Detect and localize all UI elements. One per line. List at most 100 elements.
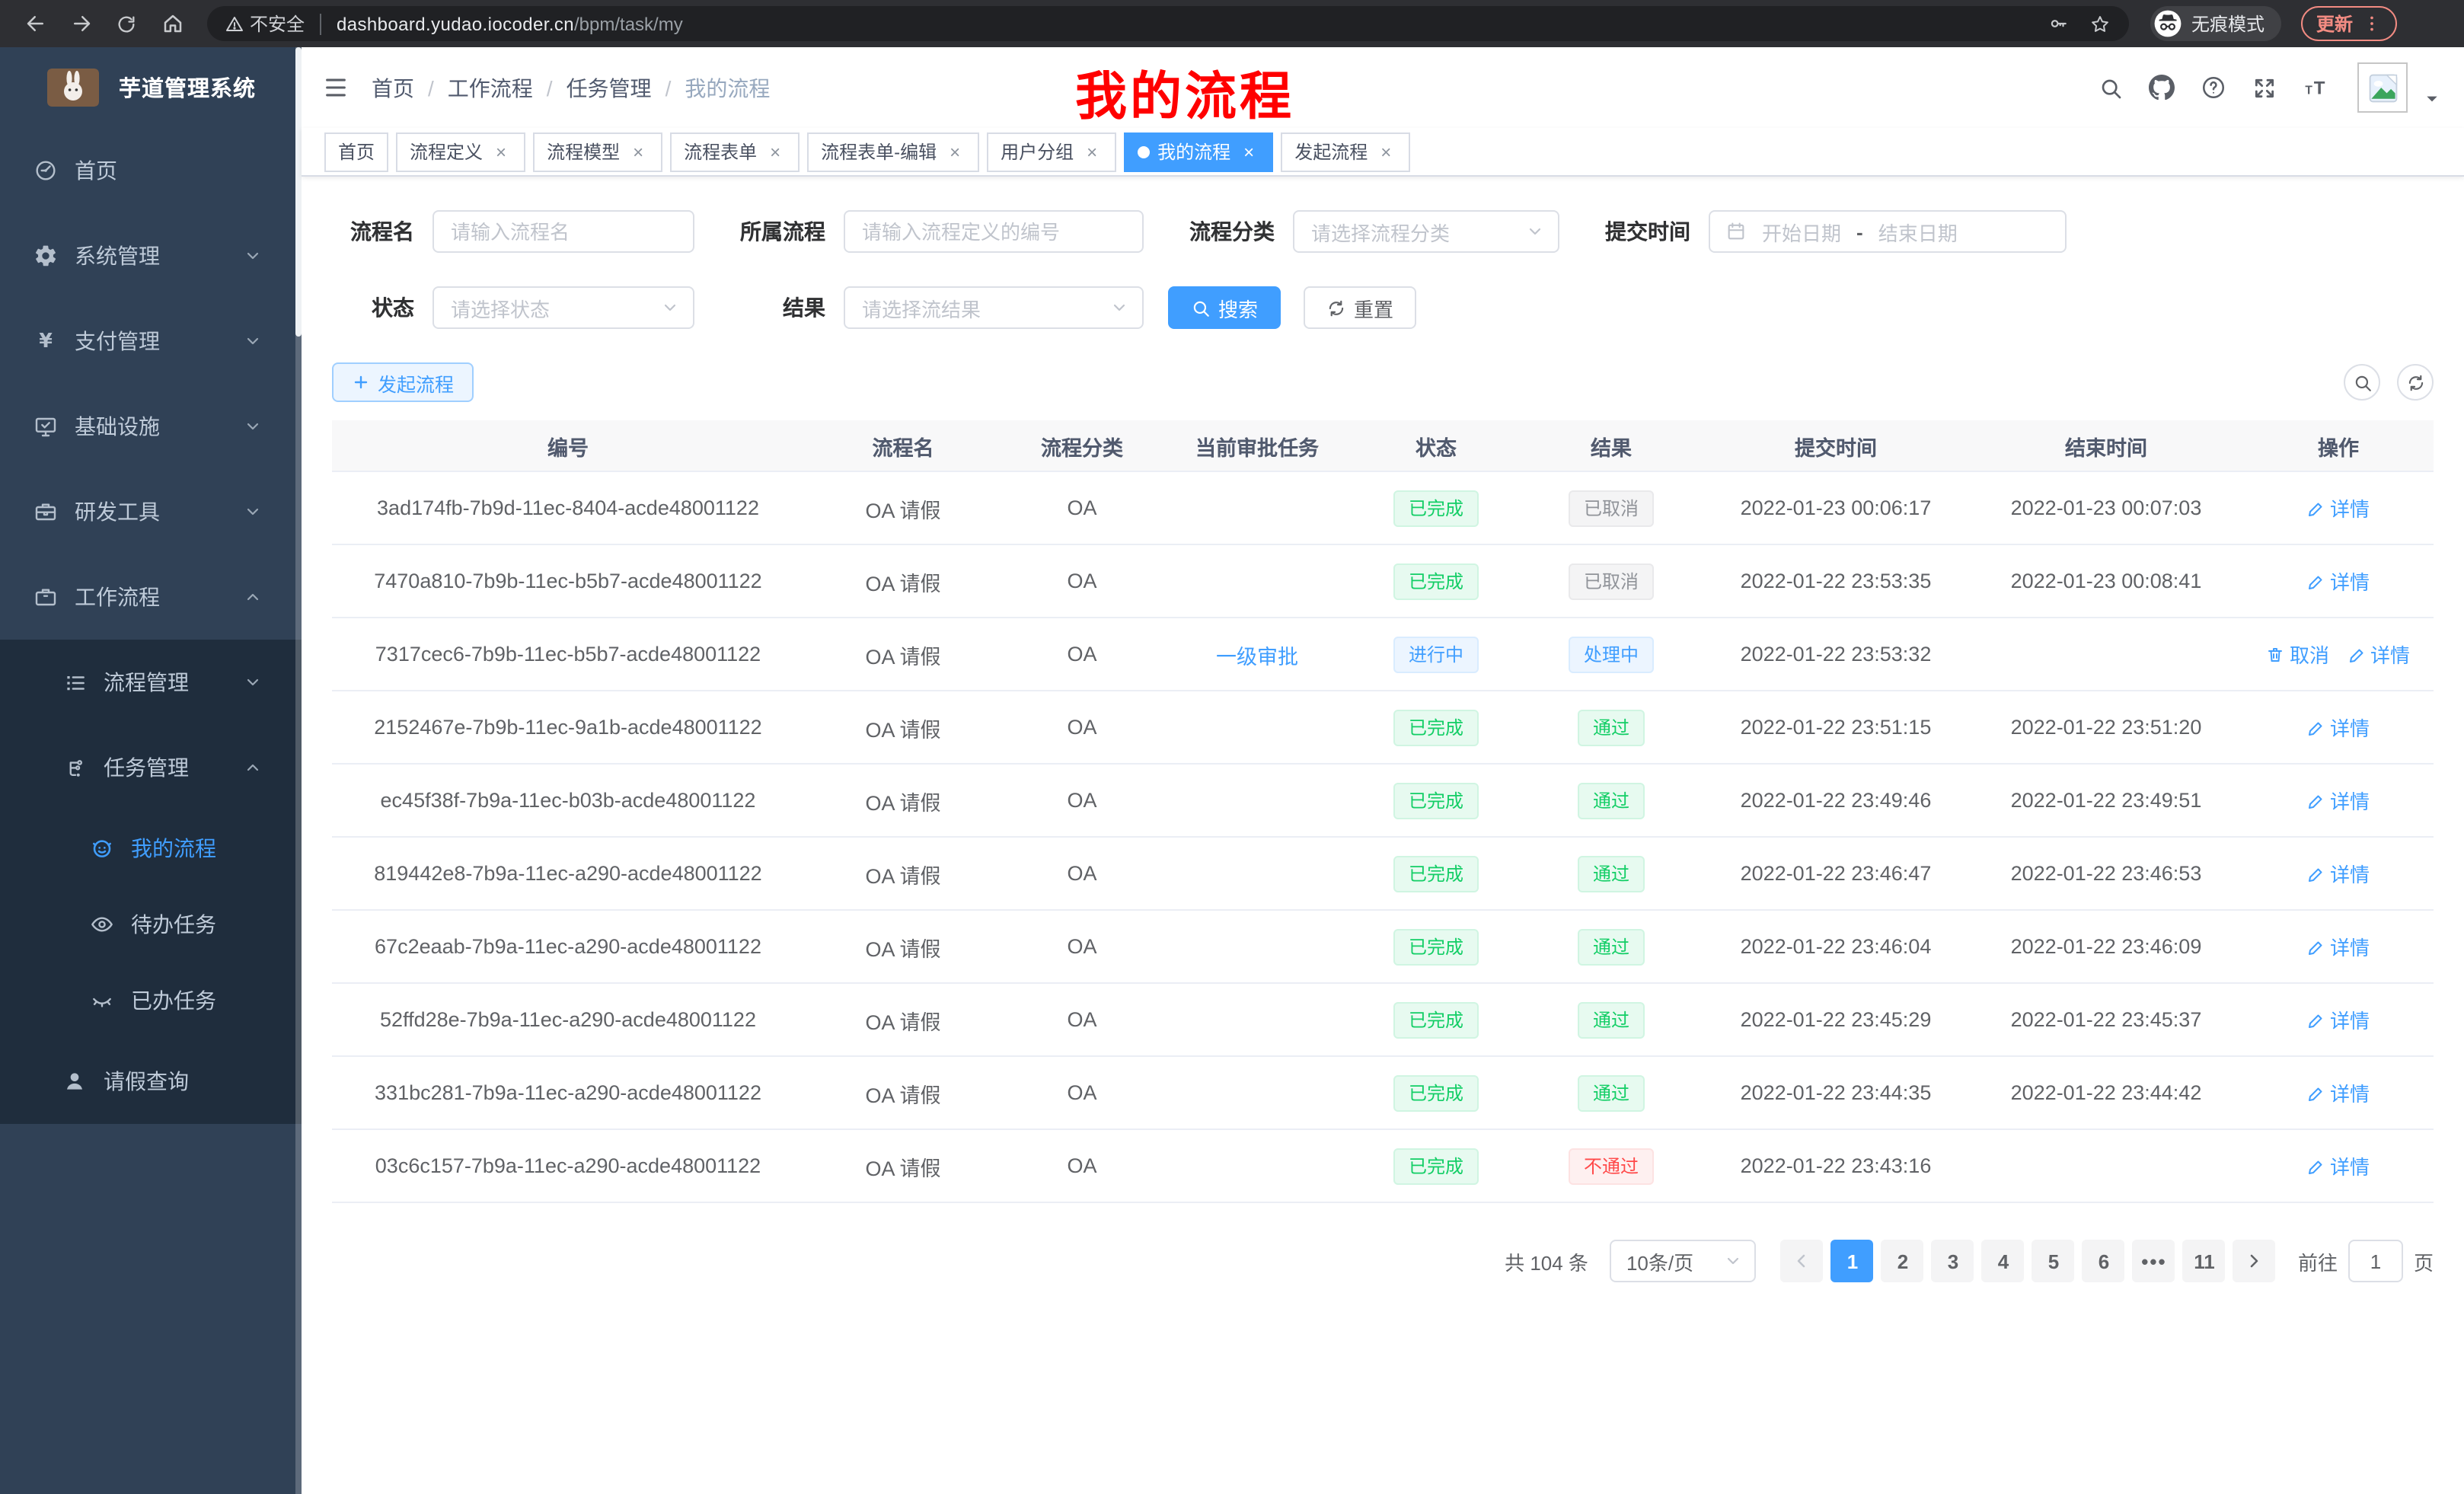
show-search-button[interactable] bbox=[2344, 364, 2380, 401]
chevron-up-icon bbox=[244, 588, 262, 606]
calendar-icon bbox=[1725, 221, 1747, 242]
submit-time-range-picker[interactable]: 开始日期 - 结束日期 bbox=[1709, 210, 2067, 253]
detail-link[interactable]: 详情 bbox=[2307, 932, 2370, 961]
close-icon[interactable]: × bbox=[944, 141, 965, 162]
result-select[interactable]: 请选择流结果 bbox=[844, 286, 1144, 329]
tab-首页[interactable]: 首页 bbox=[324, 132, 388, 171]
page-button-2[interactable]: 2 bbox=[1882, 1240, 1924, 1282]
cell-id: ec45f38f-7b9a-11ec-b03b-acde48001122 bbox=[332, 789, 804, 812]
tab-发起流程[interactable]: 发起流程× bbox=[1281, 132, 1410, 171]
gear-icon bbox=[32, 244, 59, 268]
avatar[interactable] bbox=[2357, 62, 2408, 113]
sidebar-collapse-icon[interactable] bbox=[323, 75, 349, 101]
refresh-icon bbox=[2405, 372, 2425, 392]
tab-流程表单-编辑[interactable]: 流程表单-编辑× bbox=[807, 132, 979, 171]
close-icon[interactable]: × bbox=[764, 141, 786, 162]
cell-id: 7470a810-7b9b-11ec-b5b7-acde48001122 bbox=[332, 570, 804, 592]
browser-menu-icon[interactable] bbox=[2362, 14, 2382, 34]
sidebar-item-请假查询[interactable]: 请假查询 bbox=[0, 1039, 302, 1124]
sidebar-item-系统管理[interactable]: 系统管理 bbox=[0, 213, 302, 298]
action-label: 详情 bbox=[2330, 1005, 2370, 1034]
detail-link[interactable]: 详情 bbox=[2307, 786, 2370, 815]
avatar-caret-icon[interactable] bbox=[2424, 91, 2440, 106]
more-pages-button[interactable]: ••• bbox=[2133, 1240, 2175, 1282]
close-icon[interactable]: × bbox=[1375, 141, 1396, 162]
detail-link[interactable]: 详情 bbox=[2307, 1151, 2370, 1180]
page-button-6[interactable]: 6 bbox=[2083, 1240, 2125, 1282]
cancel-link[interactable]: 取消 bbox=[2267, 640, 2329, 669]
detail-link[interactable]: 详情 bbox=[2307, 1005, 2370, 1034]
home-button[interactable] bbox=[152, 4, 192, 43]
search-icon[interactable] bbox=[2099, 75, 2123, 100]
current-task-link[interactable]: 一级审批 bbox=[1216, 645, 1298, 668]
category-select[interactable]: 请选择流程分类 bbox=[1293, 210, 1559, 253]
detail-link[interactable]: 详情 bbox=[2307, 713, 2370, 742]
chevron-down-icon bbox=[244, 503, 262, 521]
owner-process-input[interactable] bbox=[844, 210, 1144, 253]
fullscreen-icon[interactable] bbox=[2252, 75, 2277, 100]
sidebar-item-待办任务[interactable]: 待办任务 bbox=[0, 886, 302, 962]
detail-link[interactable]: 详情 bbox=[2307, 493, 2370, 522]
close-icon[interactable]: × bbox=[627, 141, 649, 162]
tab-流程表单[interactable]: 流程表单× bbox=[670, 132, 800, 171]
sidebar-scrollbar[interactable] bbox=[295, 47, 302, 1494]
jump-page-input[interactable] bbox=[2348, 1240, 2403, 1282]
sidebar-item-工作流程[interactable]: 工作流程 bbox=[0, 554, 302, 640]
detail-link[interactable]: 详情 bbox=[2307, 567, 2370, 595]
detail-link[interactable]: 详情 bbox=[2307, 1078, 2370, 1107]
svg-text:¥: ¥ bbox=[39, 329, 53, 352]
page-button-4[interactable]: 4 bbox=[1982, 1240, 2025, 1282]
breadcrumb-item[interactable]: 工作流程 bbox=[448, 72, 533, 103]
tab-流程定义[interactable]: 流程定义× bbox=[396, 132, 525, 171]
sidebar-logo-row[interactable]: 芋道管理系统 bbox=[0, 47, 302, 128]
next-page-button[interactable] bbox=[2233, 1240, 2276, 1282]
table-row: 52ffd28e-7b9a-11ec-a290-acde48001122OA 请… bbox=[332, 984, 2434, 1057]
reload-button[interactable] bbox=[107, 4, 146, 43]
page-size-select[interactable]: 10条/页 bbox=[1610, 1240, 1756, 1282]
app-logo bbox=[47, 69, 99, 107]
search-button[interactable]: 搜索 bbox=[1168, 286, 1281, 329]
breadcrumb-item[interactable]: 首页 bbox=[372, 72, 414, 103]
font-size-icon[interactable]: TT bbox=[2303, 75, 2332, 101]
cell-status: 已完成 bbox=[1352, 1001, 1520, 1038]
bookmark-star-icon[interactable] bbox=[2089, 13, 2111, 34]
close-icon[interactable]: × bbox=[1081, 141, 1103, 162]
github-icon[interactable] bbox=[2149, 75, 2175, 101]
sidebar-item-已办任务[interactable]: 已办任务 bbox=[0, 962, 302, 1039]
tab-我的流程[interactable]: 我的流程× bbox=[1124, 132, 1273, 171]
sidebar-item-流程管理[interactable]: 流程管理 bbox=[0, 640, 302, 725]
tab-用户分组[interactable]: 用户分组× bbox=[987, 132, 1116, 171]
incognito-label: 无痕模式 bbox=[2191, 11, 2265, 37]
reset-button[interactable]: 重置 bbox=[1304, 286, 1416, 329]
help-icon[interactable] bbox=[2201, 75, 2226, 101]
edit-icon bbox=[2307, 499, 2325, 517]
sidebar-item-我的流程[interactable]: 我的流程 bbox=[0, 810, 302, 886]
page-button-3[interactable]: 3 bbox=[1932, 1240, 1974, 1282]
refresh-table-button[interactable] bbox=[2397, 364, 2434, 401]
status-select[interactable]: 请选择状态 bbox=[432, 286, 694, 329]
sidebar-item-首页[interactable]: 首页 bbox=[0, 128, 302, 213]
page-button-5[interactable]: 5 bbox=[2032, 1240, 2075, 1282]
process-name-input[interactable] bbox=[432, 210, 694, 253]
create-process-button[interactable]: 发起流程 bbox=[332, 362, 474, 402]
key-icon[interactable] bbox=[2048, 14, 2068, 34]
sidebar-item-任务管理[interactable]: 任务管理 bbox=[0, 725, 302, 810]
back-button[interactable] bbox=[15, 4, 55, 43]
prev-page-button[interactable] bbox=[1781, 1240, 1824, 1282]
sidebar-item-支付管理[interactable]: ¥支付管理 bbox=[0, 298, 302, 384]
detail-link[interactable]: 详情 bbox=[2348, 640, 2410, 669]
page-button-1[interactable]: 1 bbox=[1831, 1240, 1874, 1282]
close-icon[interactable]: × bbox=[1238, 141, 1259, 162]
sidebar-item-基础设施[interactable]: 基础设施 bbox=[0, 384, 302, 469]
sidebar-item-研发工具[interactable]: 研发工具 bbox=[0, 469, 302, 554]
browser-update-button[interactable]: 更新 bbox=[2301, 6, 2397, 41]
forward-button[interactable] bbox=[61, 4, 101, 43]
url-bar[interactable]: 不安全 dashboard.yudao.iocoder.cn/bpm/task/… bbox=[207, 6, 2129, 41]
detail-link[interactable]: 详情 bbox=[2307, 859, 2370, 888]
close-icon[interactable]: × bbox=[490, 141, 512, 162]
breadcrumb-item[interactable]: 任务管理 bbox=[567, 72, 652, 103]
cell-submit-time: 2022-01-23 00:06:17 bbox=[1703, 496, 1969, 519]
tab-流程模型[interactable]: 流程模型× bbox=[533, 132, 662, 171]
submit-time-label: 提交时间 bbox=[1584, 216, 1709, 247]
page-button-11[interactable]: 11 bbox=[2183, 1240, 2226, 1282]
